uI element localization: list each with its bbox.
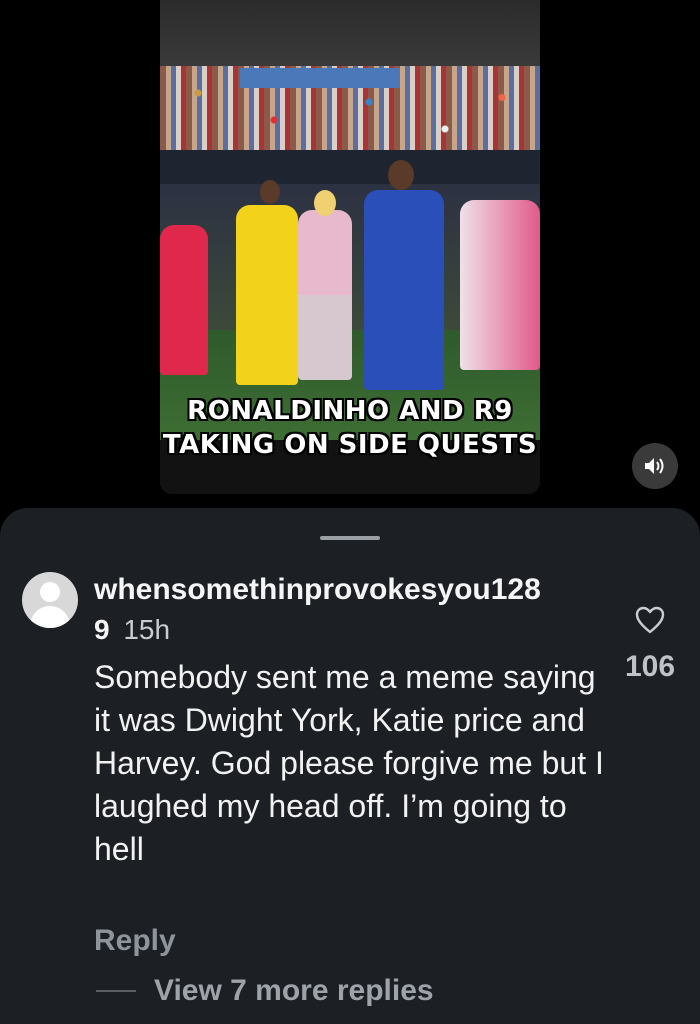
comment-username-continued[interactable]: 9 [94,614,110,645]
avatar-head [40,582,60,602]
caption-line-2: TAKING ON SIDE QUESTS [162,430,538,460]
replies-divider [96,990,136,992]
video-caption: RONALDINHO AND R9 TAKING ON SIDE QUESTS [160,394,540,462]
sound-toggle-button[interactable] [632,443,678,489]
speaker-icon [645,458,664,474]
performer-yellow-head [260,180,280,204]
avatar[interactable] [22,572,78,628]
avatar-body [30,606,70,628]
comment-username[interactable]: whensomethinprovokesyou128 [94,572,604,608]
video-player[interactable]: RONALDINHO AND R9 TAKING ON SIDE QUESTS [160,0,540,494]
sheet-drag-handle[interactable] [320,536,380,540]
performer-singer [298,210,352,380]
like-count: 106 [624,650,676,683]
view-more-replies-button[interactable]: View 7 more replies [154,974,434,1008]
comment-text: Somebody sent me a meme saying it was Dw… [94,659,604,867]
stadium-roof [160,0,540,66]
comment-username-meta: 9 15h [94,612,170,648]
performer-yellow [236,205,298,385]
performer-blue [364,190,444,390]
performer-right [460,200,540,370]
comment-timestamp: 15h [123,614,171,645]
performer-red [160,225,208,375]
stadium-balcony [160,150,540,184]
performer-singer-head [314,190,336,216]
heart-icon[interactable] [634,604,666,636]
reply-button[interactable]: Reply [94,924,176,958]
caption-line-1: RONALDINHO AND R9 [187,396,513,426]
app-screen: RONALDINHO AND R9 TAKING ON SIDE QUESTS … [0,0,700,1024]
performer-blue-head [388,160,414,190]
stadium-banner [240,68,400,88]
